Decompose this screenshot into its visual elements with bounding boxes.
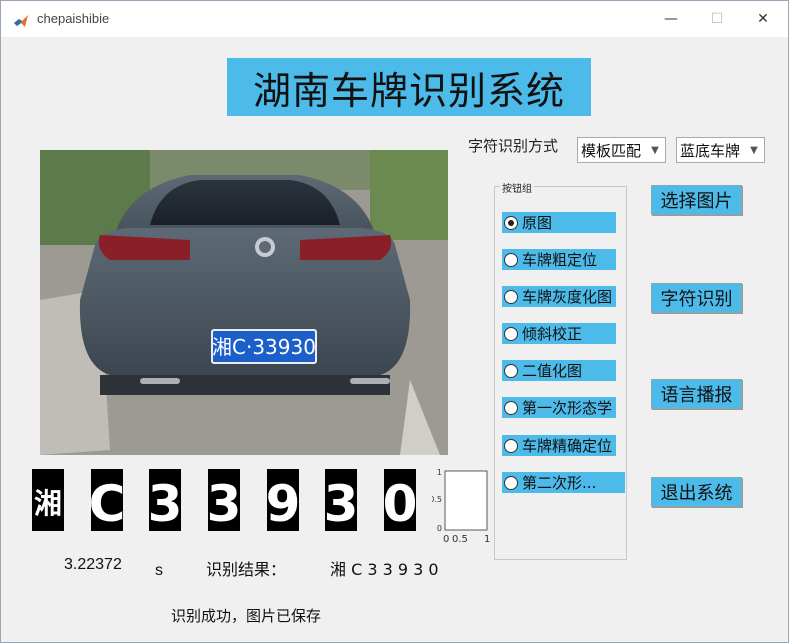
radio-grayscale[interactable]: 车牌灰度化图 [502, 286, 616, 307]
segmented-char-image: 3 [325, 469, 357, 531]
axis-ytick: 0.5 [432, 495, 442, 504]
radio-precise-locate[interactable]: 车牌精确定位 [502, 435, 616, 456]
plate-type-select-value: 蓝底车牌 [680, 141, 741, 160]
voice-broadcast-button[interactable]: 语言播报 [651, 379, 742, 409]
segmented-char-image: 3 [208, 469, 240, 531]
radio-coarse-locate[interactable]: 车牌粗定位 [502, 249, 616, 270]
axis-ytick: 1 [437, 469, 442, 477]
recognize-chars-button[interactable]: 字符识别 [651, 283, 742, 313]
empty-axes: 1 0.5 0 [432, 469, 488, 531]
radio-unchecked-icon [504, 475, 518, 490]
segmented-char: 3 [325, 475, 357, 531]
segmented-char: 3 [149, 475, 181, 531]
segmented-char: 湘 [34, 487, 62, 520]
radio-tilt-correction[interactable]: 倾斜校正 [502, 323, 616, 344]
segmented-char-image: 0 [384, 469, 416, 531]
elapsed-time-unit: s [155, 562, 163, 579]
segmented-char-image: 湘 [32, 469, 64, 531]
radio-unchecked-icon [504, 289, 518, 304]
chevron-down-icon: ▼ [750, 144, 758, 156]
segmented-char: C [91, 475, 123, 531]
elapsed-time-value: 3.22372 [64, 556, 122, 573]
radio-unchecked-icon [504, 400, 518, 415]
groupbox-title: 按钮组 [500, 180, 534, 195]
radio-unchecked-icon [504, 438, 518, 453]
exit-system-button[interactable]: 退出系统 [651, 477, 742, 507]
segmented-char: 3 [208, 475, 240, 531]
matlab-icon [14, 15, 28, 27]
title-bar: chepaishibie — ☐ ✕ [1, 1, 788, 37]
segmented-char-image: C [91, 469, 123, 531]
segmented-char-image: 3 [149, 469, 181, 531]
radio-original[interactable]: 原图 [502, 212, 616, 233]
axis-xtick: 1 [484, 534, 491, 545]
window-title: chepaishibie [37, 11, 110, 26]
axis-xtick: 0 [443, 534, 450, 545]
radio-binarize[interactable]: 二值化图 [502, 360, 616, 381]
result-value: 湘 C 3 3 9 3 0 [330, 560, 439, 579]
radio-morphology-2[interactable]: 第二次形... [502, 472, 625, 493]
maximize-icon: ☐ [710, 11, 724, 27]
car-photo: 湘C·33930 [40, 150, 448, 455]
close-icon: ✕ [757, 11, 769, 27]
radio-unchecked-icon [504, 252, 518, 267]
segmented-char-image: 9 [267, 469, 299, 531]
minimize-icon: — [664, 11, 678, 27]
radio-morphology-1[interactable]: 第一次形态学 [502, 397, 616, 418]
maximize-button[interactable]: ☐ [694, 5, 740, 33]
app-window: chepaishibie — ☐ ✕ 湖南车牌识别系统 字符识别方式 模板匹配 … [0, 0, 789, 643]
result-label: 识别结果： [206, 560, 287, 579]
segmented-char: 9 [267, 475, 299, 531]
recognition-mode-label: 字符识别方式 [468, 137, 559, 155]
method-select[interactable]: 模板匹配 ▼ [577, 137, 666, 163]
radio-unchecked-icon [504, 363, 518, 378]
segmented-char: 0 [384, 475, 416, 531]
plate-type-select[interactable]: 蓝底车牌 ▼ [676, 137, 765, 163]
axis-ytick: 0 [437, 524, 442, 531]
minimize-button[interactable]: — [648, 5, 694, 33]
select-image-button[interactable]: 选择图片 [651, 185, 742, 215]
close-button[interactable]: ✕ [740, 5, 786, 33]
method-select-value: 模板匹配 [581, 141, 642, 160]
license-plate-text: 湘C·33930 [212, 335, 316, 359]
radio-unchecked-icon [504, 326, 518, 341]
axis-xtick: 0.5 [452, 534, 468, 545]
radio-checked-icon [504, 215, 518, 230]
system-title-banner: 湖南车牌识别系统 [227, 58, 591, 116]
chevron-down-icon: ▼ [651, 144, 659, 156]
status-message: 识别成功，图片已保存 [171, 607, 322, 625]
